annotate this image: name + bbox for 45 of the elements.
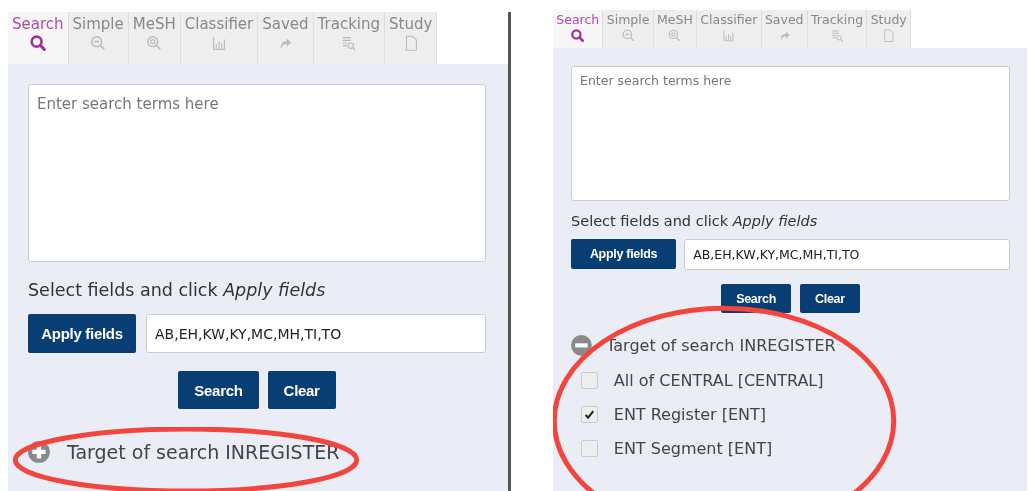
- checkbox[interactable]: [580, 440, 598, 458]
- magnifier-icon: [145, 34, 164, 52]
- page-icon: [881, 28, 897, 44]
- action-button[interactable]: Clear: [267, 371, 336, 409]
- search-terms-field[interactable]: Enter search terms here: [28, 84, 486, 262]
- magnifier-icon: [667, 28, 683, 44]
- tab[interactable]: Search: [553, 10, 604, 48]
- fields-instruction: Select fields and click Apply fields: [571, 213, 819, 229]
- tab[interactable]: Saved: [761, 10, 808, 48]
- checkbox[interactable]: [580, 406, 598, 424]
- option-label: ENT Register [ENT]: [613, 405, 766, 425]
- checkbox[interactable]: [580, 371, 598, 390]
- tab[interactable]: Simple: [68, 12, 129, 64]
- action-button[interactable]: Clear: [800, 284, 860, 313]
- tab[interactable]: Tracking: [313, 12, 386, 64]
- target-label: Target of search INREGISTER: [66, 441, 340, 463]
- tab[interactable]: Study: [867, 10, 911, 48]
- collapse-icon[interactable]: [571, 335, 592, 356]
- expand-icon[interactable]: [28, 441, 50, 463]
- document-search-icon: [829, 28, 845, 44]
- tab[interactable]: Study: [385, 12, 438, 64]
- tab[interactable]: MeSH: [128, 12, 181, 64]
- tab[interactable]: Saved: [258, 12, 314, 64]
- tab[interactable]: Tracking: [807, 10, 868, 48]
- zoom-out-icon: [620, 28, 636, 44]
- fields-input[interactable]: AB,EH,KW,KY,MC,MH,TI,TO: [684, 239, 1010, 270]
- fields-instruction: Select fields and click Apply fields: [28, 280, 327, 300]
- apply-fields-button[interactable]: Apply fields: [571, 239, 676, 269]
- search-icon: [570, 28, 586, 44]
- bar-chart-icon: [210, 34, 228, 52]
- tab[interactable]: Search: [8, 12, 69, 64]
- tab[interactable]: Classifier: [697, 10, 762, 48]
- tab[interactable]: Simple: [603, 10, 654, 48]
- action-button[interactable]: Search: [178, 371, 259, 409]
- search-icon: [28, 34, 47, 52]
- tab[interactable]: MeSH: [653, 10, 698, 48]
- search-terms-field[interactable]: Enter search terms here: [571, 66, 1010, 201]
- option-label: ENT Segment [ENT]: [613, 439, 773, 459]
- bar-chart-icon: [721, 28, 737, 44]
- target-label: Target of search INREGISTER: [606, 335, 836, 355]
- fields-input[interactable]: AB,EH,KW,KY,MC,MH,TI,TO: [146, 314, 486, 353]
- tab[interactable]: Classifier: [180, 12, 259, 64]
- zoom-out-icon: [89, 34, 108, 52]
- option-label: All of CENTRAL [CENTRAL]: [613, 371, 824, 390]
- apply-fields-button[interactable]: Apply fields: [28, 314, 136, 353]
